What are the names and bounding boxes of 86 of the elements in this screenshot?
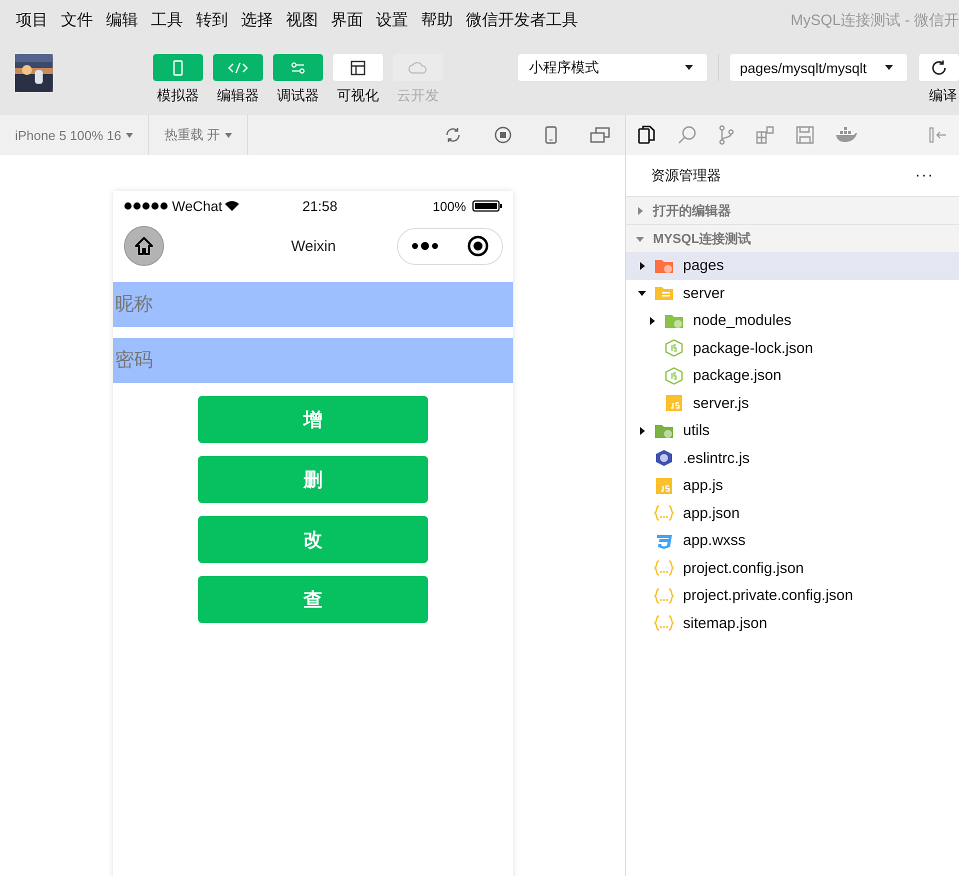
menu-item[interactable]: 微信开发者工具 [466, 10, 578, 30]
refresh-icon [930, 58, 948, 76]
css-file-icon [654, 532, 674, 549]
toolbar-label: 编辑器 [216, 87, 259, 105]
blocks-icon[interactable] [755, 125, 775, 145]
braces-icon [654, 588, 674, 604]
toolbar-label: 云开发 [396, 87, 439, 105]
file-tree-item[interactable]: sitemap.json [626, 610, 959, 637]
status-time: 21:58 [302, 198, 338, 214]
menu-item[interactable]: 视图 [286, 10, 318, 30]
file-tree-item[interactable]: package.json [626, 362, 959, 390]
js-file-icon [654, 478, 674, 494]
file-tree-item[interactable]: project.private.config.json [626, 582, 959, 610]
section-header[interactable]: 打开的编辑器 [626, 196, 959, 224]
braces-icon [654, 505, 674, 522]
save-icon[interactable] [795, 125, 815, 145]
more-button[interactable]: ··· [915, 166, 934, 184]
menu-item[interactable]: 选择 [241, 10, 273, 30]
capsule-menu[interactable] [397, 228, 503, 264]
caret-icon [126, 132, 134, 138]
input-field[interactable]: 昵称 [113, 282, 513, 327]
caret-icon [885, 65, 893, 70]
code-icon [226, 62, 249, 74]
section-header[interactable]: MYSQL连接测试 [626, 224, 959, 252]
menu-item[interactable]: 设置 [376, 10, 408, 30]
file-tree-item[interactable]: package-lock.json [626, 334, 959, 362]
signal-icon [124, 202, 170, 210]
search-icon[interactable] [677, 125, 697, 145]
compile-button[interactable] [919, 54, 959, 81]
file-tree-item[interactable]: utils [626, 417, 959, 444]
file-tree-item[interactable]: server [626, 280, 959, 307]
caret-icon [224, 132, 232, 138]
more-icon [411, 241, 439, 251]
page-dropdown[interactable]: pages/mysqlt/mysqlt [730, 54, 907, 81]
menu-item[interactable]: 项目 [16, 10, 48, 30]
collapse-panel-icon[interactable] [928, 127, 948, 143]
toolbar-label: 调试器 [276, 87, 319, 105]
window-title: MySQL连接测试 - 微信开 [790, 10, 959, 30]
whale-icon[interactable] [835, 127, 857, 143]
input-field[interactable]: 密码 [113, 338, 513, 383]
menu-item[interactable]: 界面 [331, 10, 363, 30]
file-tree-item[interactable]: project.config.json [626, 554, 959, 582]
phone-icon [170, 60, 185, 76]
mode-dropdown[interactable]: 小程序模式 [518, 54, 707, 81]
file-tree-item[interactable]: server.js [626, 390, 959, 417]
panel-title: 资源管理器 [651, 166, 721, 184]
toolbar-label: 编译 [929, 87, 957, 105]
battery-percent: 100% [432, 198, 466, 214]
js-file-icon [664, 395, 684, 412]
expanded-caret-icon [636, 234, 644, 242]
file-tree-item[interactable]: app.js [626, 472, 959, 500]
hexagon-icon [664, 339, 684, 358]
layout-icon [350, 60, 366, 76]
carrier-label: WeChat [124, 198, 222, 214]
braces-icon [654, 560, 674, 576]
windows-icon[interactable] [590, 127, 610, 143]
phone-icon[interactable] [544, 126, 558, 144]
home-button[interactable] [124, 226, 164, 266]
page-title: Weixin [291, 238, 336, 254]
battery-icon [472, 200, 503, 212]
files-icon[interactable] [637, 125, 657, 145]
sliders-icon [290, 62, 306, 74]
stop-icon[interactable] [494, 126, 512, 144]
wifi-icon [224, 200, 240, 212]
file-tree-item[interactable]: pages [626, 252, 959, 280]
file-tree-item[interactable]: app.wxss [626, 527, 959, 554]
refresh-icon[interactable] [444, 126, 462, 144]
hexagon-icon [654, 449, 674, 468]
collapsed-caret-icon [636, 206, 644, 214]
toolbar-label: 可视化 [336, 87, 379, 105]
file-tree-item[interactable]: .eslintrc.js [626, 444, 959, 472]
menu-item[interactable]: 工具 [151, 10, 183, 30]
cloud-icon [408, 60, 428, 74]
branch-icon[interactable] [717, 125, 735, 145]
menu-item[interactable]: 转到 [196, 10, 228, 30]
home-icon [134, 236, 154, 256]
menu-item[interactable]: 帮助 [421, 10, 453, 30]
menu-item[interactable]: 编辑 [106, 10, 138, 30]
braces-icon [654, 615, 674, 632]
toolbar-button[interactable] [332, 54, 383, 81]
file-tree-item[interactable]: node_modules [626, 307, 959, 334]
toolbar-label: 模拟器 [156, 87, 199, 105]
hexagon-icon [664, 366, 684, 385]
file-tree-item[interactable]: app.json [626, 500, 959, 527]
caret-icon [684, 65, 693, 70]
menu-item[interactable]: 文件 [61, 10, 93, 30]
